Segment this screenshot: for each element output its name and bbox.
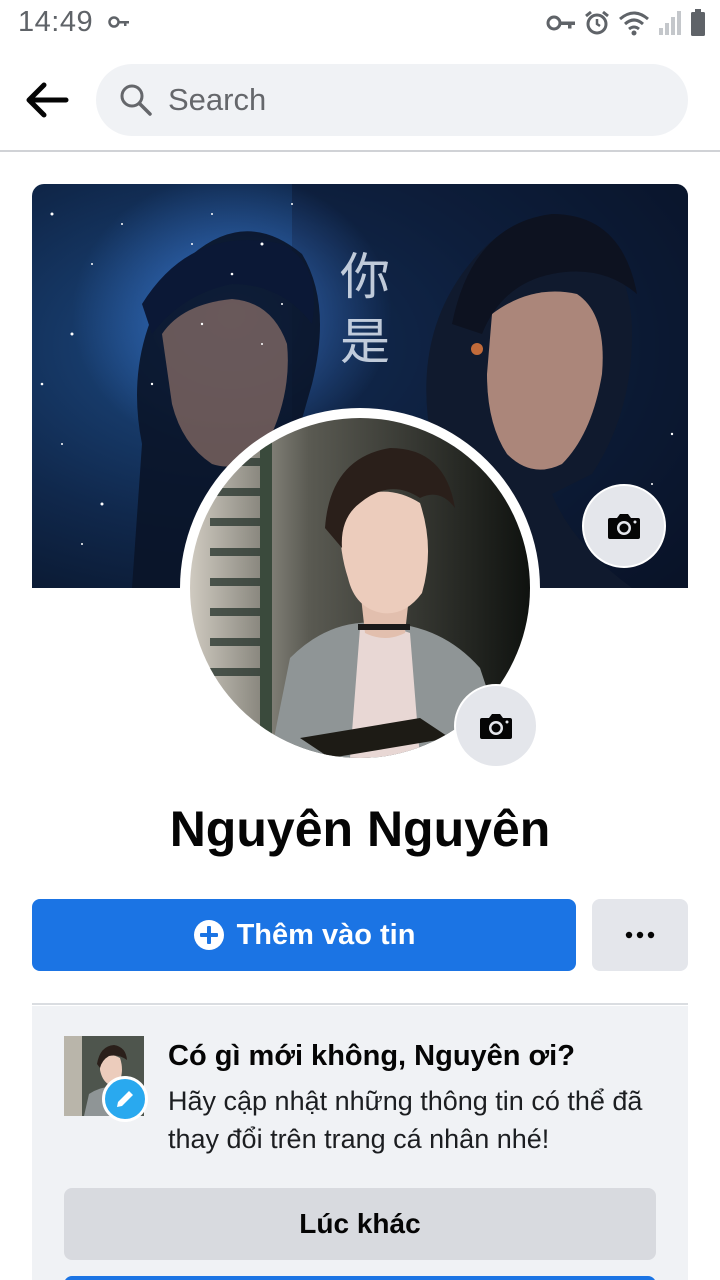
add-to-story-button[interactable]: Thêm vào tin (32, 899, 576, 971)
alarm-icon (585, 10, 609, 35)
edit-profile-badge[interactable] (102, 1076, 148, 1122)
more-options-button[interactable] (592, 899, 688, 971)
more-horizontal-icon (625, 931, 655, 939)
search-header: Search (0, 48, 720, 152)
later-button[interactable]: Lúc khác (64, 1188, 656, 1260)
profile-name: Nguyên Nguyên (169, 801, 551, 857)
svg-text:是: 是 (340, 313, 390, 371)
profile-update-prompt: Có gì mới không, Nguyên ơi? Hãy cập nhật… (32, 1006, 688, 1280)
key-icon (546, 15, 575, 31)
camera-icon (608, 514, 640, 539)
search-icon (120, 84, 152, 116)
signal-icon (659, 11, 681, 35)
search-input[interactable]: Search (96, 64, 688, 136)
arrow-left-icon (26, 82, 69, 118)
svg-text:你: 你 (340, 248, 390, 306)
status-icons (546, 8, 706, 38)
prompt-title: Có gì mới không, Nguyên ơi? (168, 1040, 575, 1072)
update-info-button[interactable] (64, 1276, 656, 1280)
back-button[interactable] (22, 78, 74, 122)
camera-icon (480, 714, 512, 739)
battery-icon (691, 9, 705, 36)
vpn-key-icon (108, 16, 129, 28)
status-bar: 14:49 (0, 0, 720, 48)
edit-cover-photo-button[interactable] (582, 484, 666, 568)
wifi-icon (619, 11, 649, 36)
section-divider (32, 1003, 688, 1005)
prompt-body: Hãy cập nhật những thông tin có thể đã t… (168, 1086, 643, 1154)
plus-circle-icon (193, 920, 224, 950)
pencil-icon (117, 1091, 133, 1107)
search-placeholder: Search (168, 82, 267, 117)
edit-profile-picture-button[interactable] (454, 684, 538, 768)
status-time: 14:49 (18, 6, 94, 38)
add-to-story-label: Thêm vào tin (236, 918, 416, 951)
